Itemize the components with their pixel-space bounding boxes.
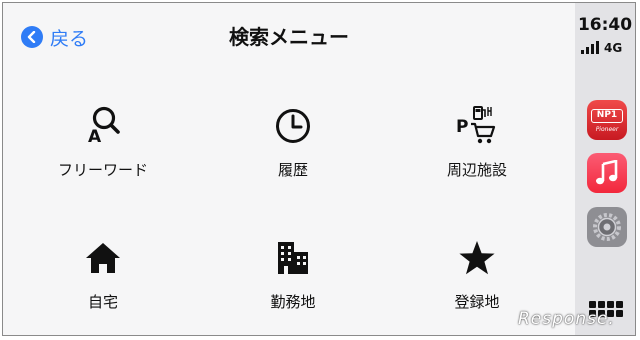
page-title: 検索メニュー (229, 25, 349, 49)
menu-item-history[interactable]: 履歴 (203, 103, 383, 203)
signal-icon (581, 41, 601, 54)
gear-icon (593, 213, 621, 241)
settings-app-icon[interactable] (587, 207, 627, 247)
response-watermark: Response. (518, 309, 615, 329)
menu-item-freeword[interactable]: A フリーワード (13, 103, 193, 203)
home-icon (78, 235, 128, 281)
menu-item-home[interactable]: 自宅 (13, 235, 193, 335)
svg-text:P: P (456, 117, 468, 137)
menu-item-office[interactable]: 勤務地 (203, 235, 383, 335)
carplay-screen: 戻る 検索メニュー A フリーワード 履歴 P 周辺施設 自宅 勤務地 登録地 … (2, 2, 636, 336)
network-status: 4G (581, 41, 622, 54)
menu-item-label: 履歴 (277, 161, 308, 179)
main-panel: 戻る 検索メニュー A フリーワード 履歴 P 周辺施設 自宅 勤務地 登録地 (3, 3, 575, 335)
music-app-icon[interactable] (587, 153, 627, 193)
pioneer-logo: Pioneer (595, 126, 619, 133)
menu-item-label: 周辺施設 (446, 161, 507, 179)
nearby-facilities-icon: P (452, 103, 502, 149)
network-label: 4G (604, 41, 623, 55)
menu-item-nearby[interactable]: P 周辺施設 (387, 103, 567, 203)
np1-badge: NP1 (591, 109, 623, 123)
office-building-icon (268, 235, 318, 281)
music-note-icon (596, 160, 618, 185)
clock-icon (268, 103, 318, 149)
menu-item-label: フリーワード (57, 161, 148, 179)
menu-item-label: 自宅 (87, 293, 118, 311)
status-time: 16:40 (577, 15, 633, 35)
menu-item-label: 登録地 (454, 293, 500, 311)
np1-app-icon[interactable]: NP1 Pioneer (587, 100, 627, 140)
menu-item-label: 勤務地 (270, 293, 316, 311)
svg-text:A: A (88, 127, 102, 147)
star-icon (452, 235, 502, 281)
freeword-search-icon: A (78, 103, 128, 149)
